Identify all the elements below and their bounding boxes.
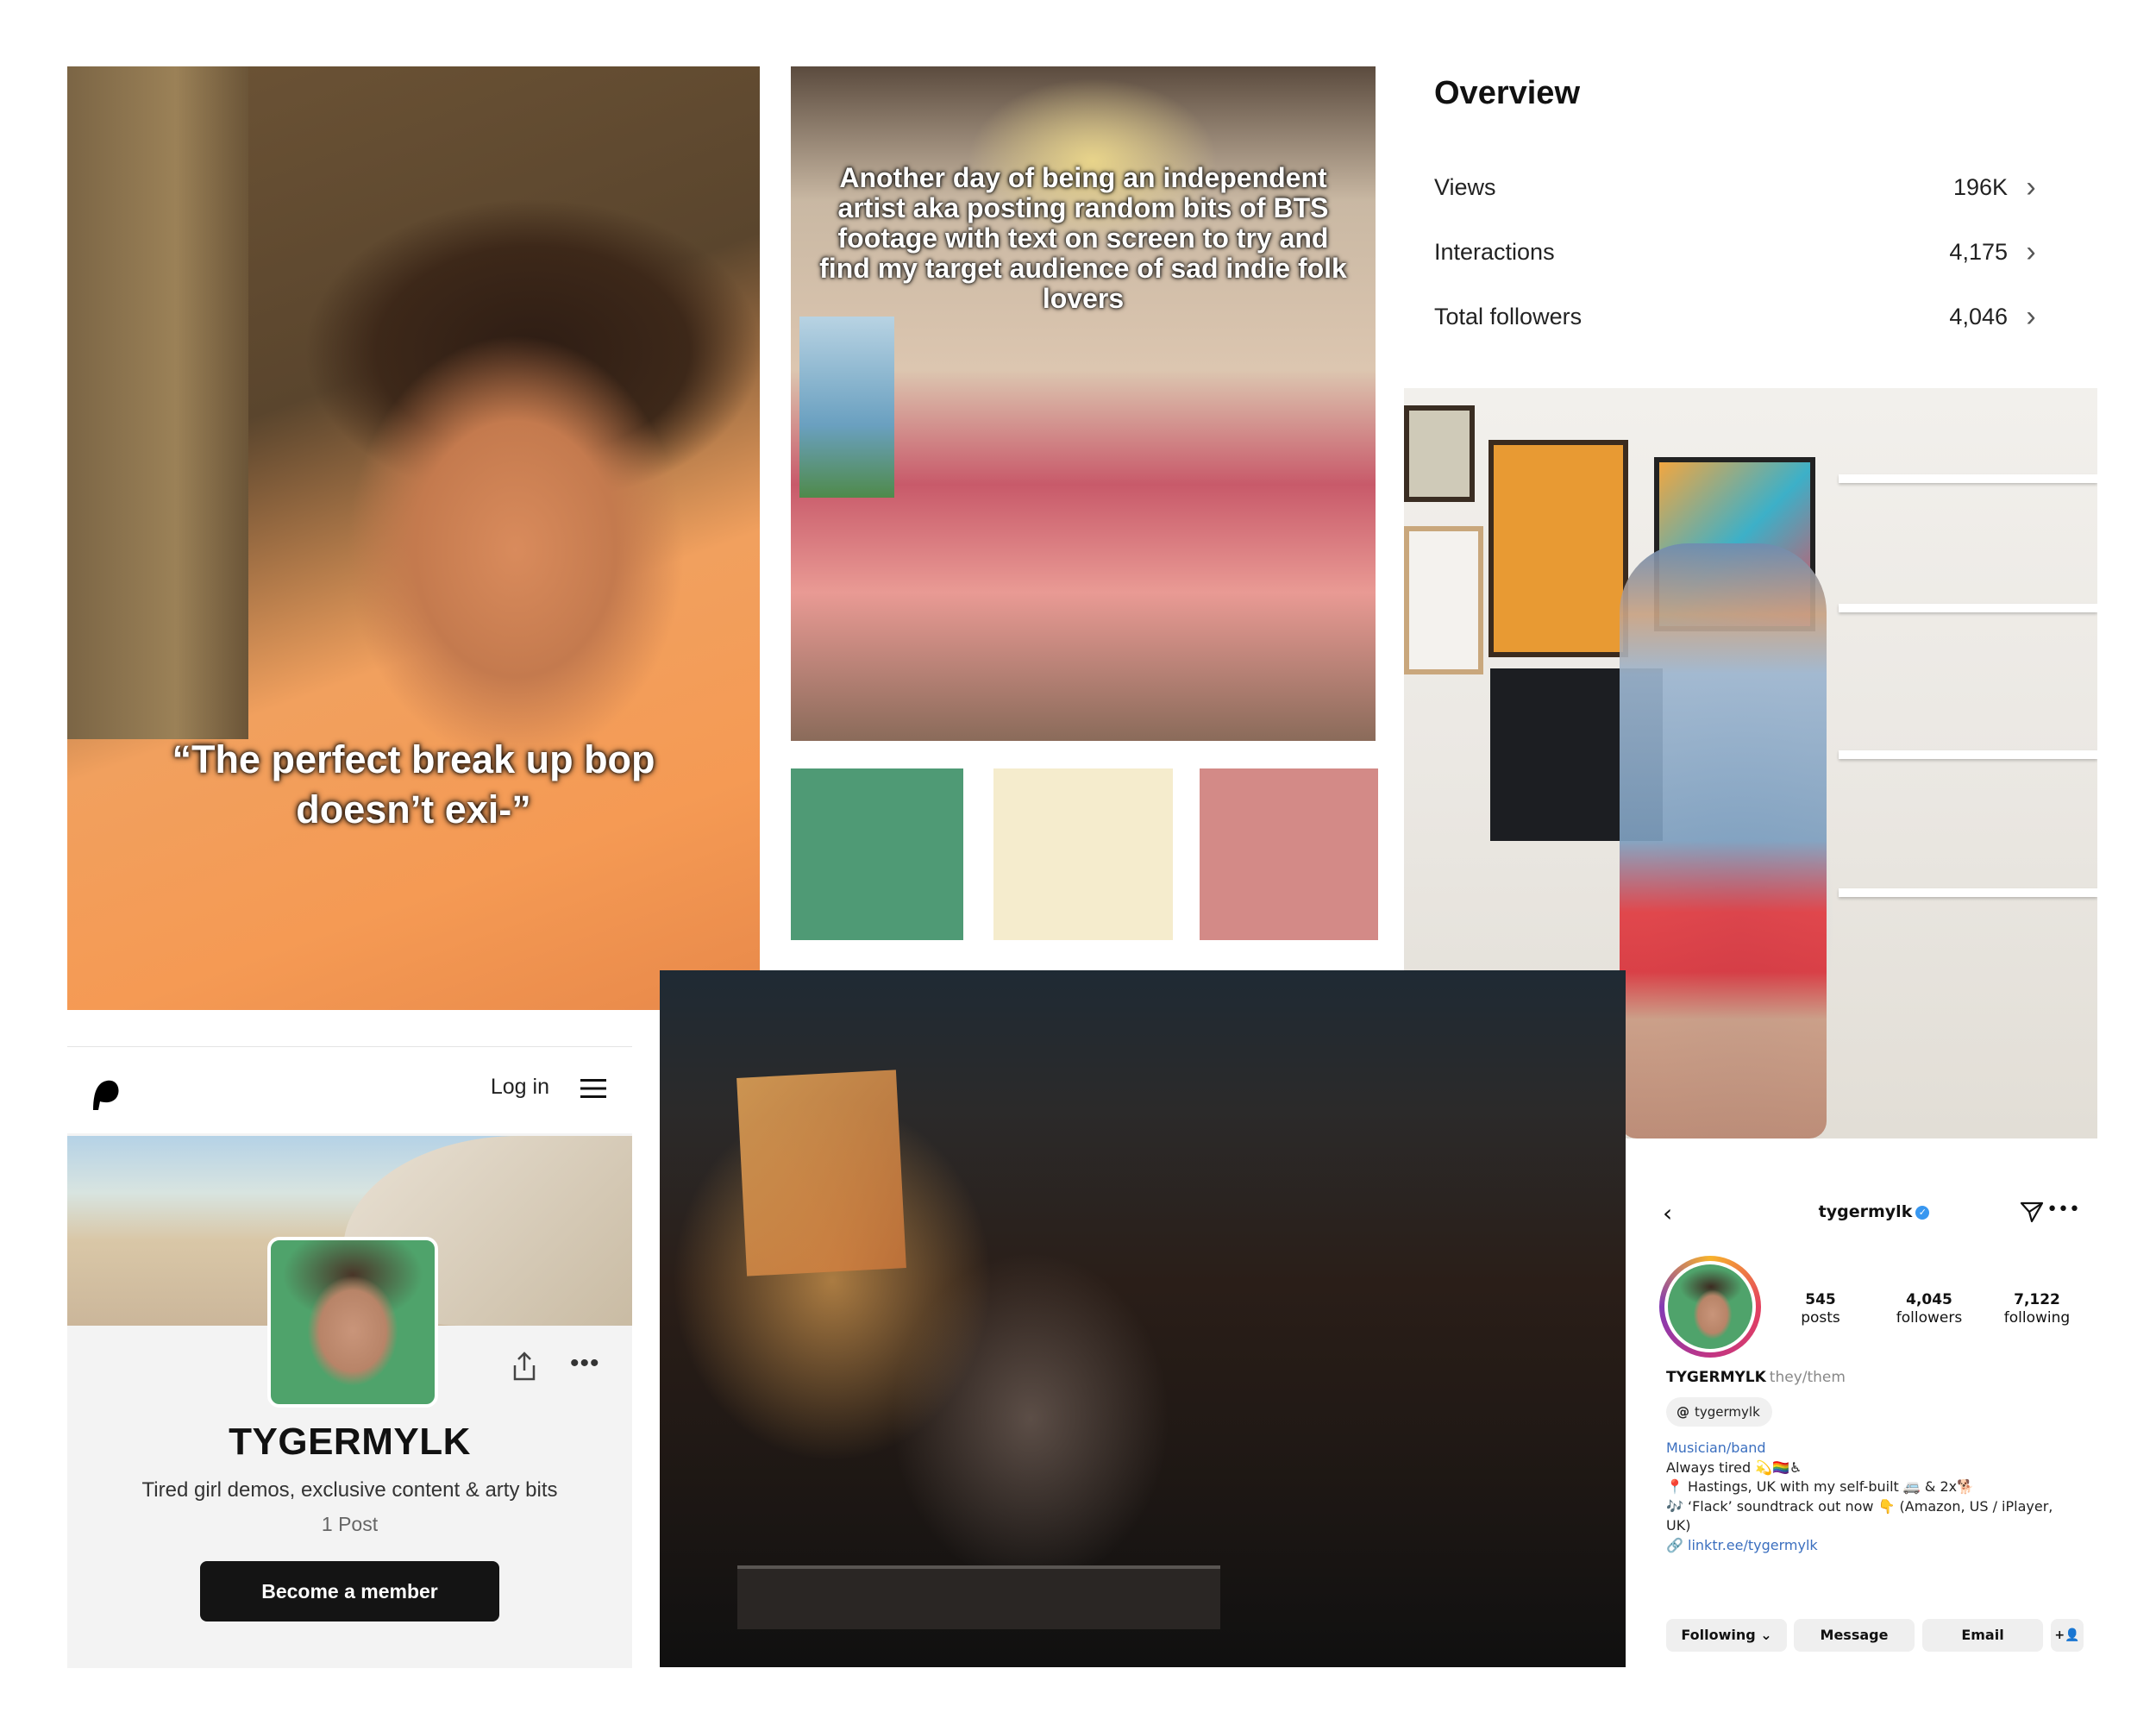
menu-icon[interactable] [580, 1078, 606, 1099]
profile-avatar[interactable] [1659, 1256, 1761, 1358]
stat-posts[interactable]: 545 posts [1773, 1291, 1868, 1327]
profile-link[interactable]: 🔗 linktr.ee/tygermylk [1666, 1537, 1818, 1553]
stat-value: 545 [1805, 1291, 1836, 1308]
email-button[interactable]: Email [1922, 1619, 2043, 1652]
profile-username: tygermylk [1818, 1202, 1913, 1221]
selfie-caption: “The perfect break up bop doesn’t exi-” [67, 735, 760, 835]
overview-label: Interactions [1434, 239, 1555, 265]
wall-frame [1404, 526, 1483, 674]
bio-line: Always tired 💫🏳️‍🌈♿ [1666, 1458, 1802, 1476]
selfie-caption-line2: doesn’t exi-” [296, 787, 531, 831]
patreon-profile-card: Log in ••• TYGERMYLK Tired girl demos, e… [67, 1046, 632, 1668]
overview-label: Views [1434, 174, 1496, 200]
stage [737, 1565, 1220, 1629]
post-count: 1 Post [321, 1513, 379, 1535]
wall-frame [1404, 405, 1475, 502]
overview-row-interactions[interactable]: Interactions 4,175 › [1434, 230, 2046, 282]
overview-value: 4,046 [1949, 304, 2008, 329]
following-button[interactable]: Following ⌄ [1666, 1619, 1787, 1652]
color-swatch-cream [993, 768, 1173, 940]
color-swatch-pink [1200, 768, 1378, 940]
stat-value: 4,045 [1906, 1291, 1952, 1308]
van-photo: Another day of being an independent arti… [791, 66, 1376, 741]
share-icon[interactable] [511, 1352, 537, 1381]
van-window [799, 317, 894, 498]
become-member-button[interactable]: Become a member [200, 1561, 499, 1622]
profile-category[interactable]: Musician/band [1666, 1439, 2080, 1458]
stat-label: followers [1896, 1309, 1963, 1327]
verified-badge-icon: ✓ [1915, 1205, 1930, 1220]
instagram-profile-card: ‹ tygermylk ✓ ••• 545 posts 4,045 followe… [1654, 1183, 2094, 1666]
link-icon: 🔗 [1666, 1537, 1683, 1553]
creator-name: TYGERMYLK [229, 1421, 471, 1463]
bio-line: 📍 Hastings, UK with my self-built 🚐 & 2x… [1666, 1478, 1975, 1495]
profile-link-text: linktr.ee/tygermylk [1688, 1537, 1818, 1553]
more-options-icon[interactable]: ••• [570, 1349, 600, 1378]
shelf [1839, 750, 2097, 759]
threads-handle: tygermylk [1695, 1404, 1760, 1420]
overview-label: Total followers [1434, 304, 1583, 329]
overview-panel: Overview Views 196K › Interactions 4,175… [1414, 66, 2087, 360]
person-figure [1620, 543, 1827, 1138]
overview-row-views[interactable]: Views 196K › [1434, 166, 2046, 217]
stat-followers[interactable]: 4,045 followers [1882, 1291, 1977, 1327]
login-link[interactable]: Log in [491, 1075, 549, 1100]
display-name-text: TYGERMYLK [1666, 1369, 1766, 1386]
pronouns: they/them [1769, 1369, 1846, 1386]
shelf [1839, 474, 2097, 483]
display-name: TYGERMYLK they/them [1666, 1369, 1846, 1386]
send-icon[interactable] [2020, 1201, 2044, 1223]
van-caption: Another day of being an independent arti… [819, 162, 1347, 314]
stat-label: posts [1801, 1309, 1840, 1327]
overview-value: 4,175 [1949, 239, 2008, 265]
more-options-icon[interactable]: ••• [2046, 1199, 2080, 1220]
add-friend-icon[interactable]: +👤 [2051, 1619, 2084, 1652]
color-swatch-green [791, 768, 963, 940]
wall-poster [1489, 440, 1628, 657]
threads-icon: @ [1677, 1404, 1689, 1420]
shelf [1839, 888, 2097, 897]
stage-banner [736, 1070, 906, 1276]
overview-row-total-followers[interactable]: Total followers 4,046 › [1434, 295, 2046, 347]
concert-photo [660, 970, 1626, 1667]
chevron-right-icon[interactable]: › [2015, 300, 2046, 335]
stat-value: 7,122 [2014, 1291, 2060, 1308]
creator-tagline: Tired girl demos, exclusive content & ar… [141, 1478, 558, 1502]
chevron-right-icon[interactable]: › [2015, 235, 2046, 270]
stat-label: following [2003, 1309, 2071, 1327]
threads-badge[interactable]: @ tygermylk [1666, 1397, 1772, 1427]
profile-bio: Musician/band Always tired 💫🏳️‍🌈♿ 📍 Hast… [1666, 1439, 2080, 1536]
stat-following[interactable]: 7,122 following [1990, 1291, 2084, 1327]
door-frame [67, 66, 248, 739]
overview-value: 196K [1952, 174, 2008, 200]
patreon-nav: Log in [67, 1047, 632, 1133]
chevron-right-icon[interactable]: › [2015, 171, 2046, 205]
selfie-caption-line1: “The perfect break up bop [172, 737, 655, 781]
bio-line: 🎶 ‘Flack’ soundtrack out now 👇 (Amazon, … [1666, 1497, 2053, 1534]
message-button[interactable]: Message [1794, 1619, 1915, 1652]
creator-avatar [267, 1237, 438, 1408]
patreon-logo-icon[interactable] [91, 1077, 121, 1112]
shelf [1839, 604, 2097, 612]
overview-title: Overview [1434, 75, 1580, 111]
selfie-photo: “The perfect break up bop doesn’t exi-” [67, 66, 760, 1010]
avatar-image [1668, 1264, 1752, 1349]
